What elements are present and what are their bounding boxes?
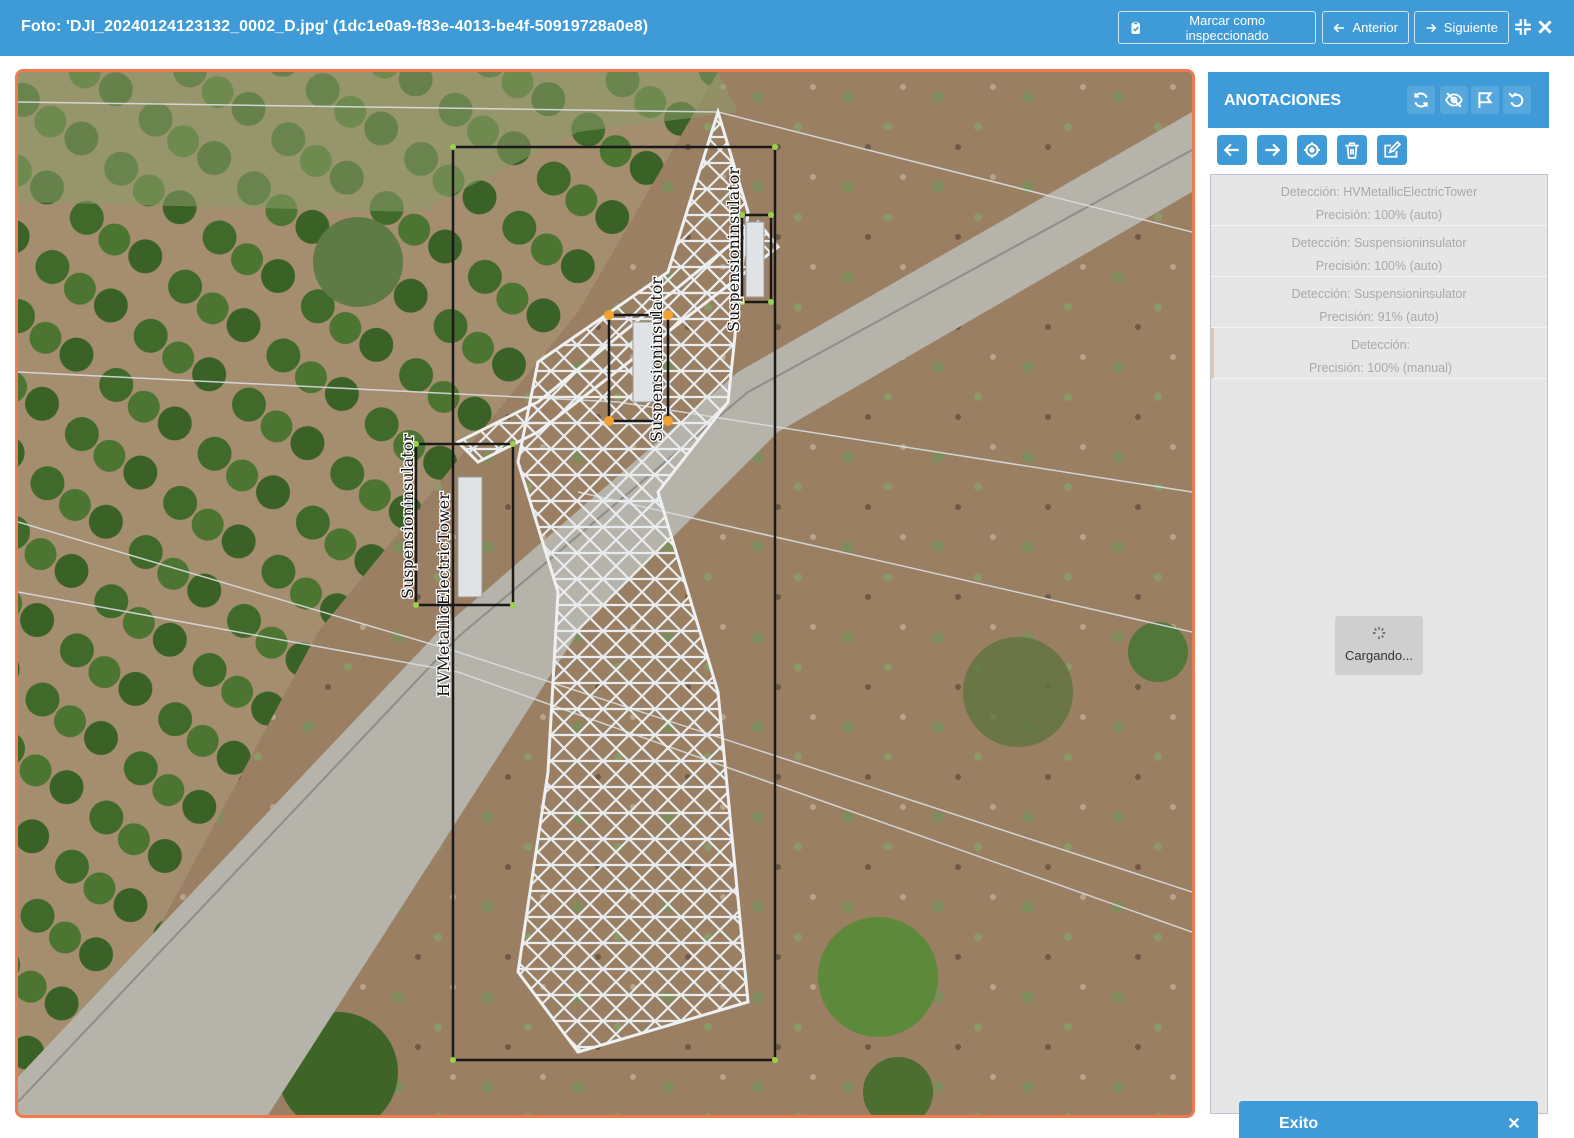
refresh-icon bbox=[1414, 92, 1428, 108]
detection-type: Detección: Suspensioninsulator bbox=[1291, 236, 1467, 250]
previous-button[interactable]: Anterior bbox=[1322, 11, 1409, 44]
arrow-right-icon bbox=[1426, 23, 1437, 32]
annotation-toolbar bbox=[1208, 128, 1549, 174]
bbox-label-insulator-right: Suspensioninsulator bbox=[724, 167, 743, 332]
next-annotation-button[interactable] bbox=[1257, 135, 1287, 165]
previous-label: Anterior bbox=[1352, 20, 1398, 35]
detection-precision: Precisión: 91% (auto) bbox=[1319, 310, 1439, 324]
eye-slash-icon bbox=[1445, 92, 1463, 108]
detection-precision: Precisión: 100% (manual) bbox=[1308, 361, 1453, 375]
undo-icon bbox=[1508, 92, 1524, 107]
image-viewer[interactable]: HVMetallicElectricTower Suspensioninsula… bbox=[15, 69, 1195, 1118]
detection-type: Detección: Suspensioninsulator bbox=[1291, 287, 1467, 301]
next-button[interactable]: Siguiente bbox=[1414, 11, 1509, 44]
bbox-label-insulator-left: Suspensioninsulator bbox=[398, 434, 417, 599]
aerial-photo[interactable]: HVMetallicElectricTower Suspensioninsula… bbox=[18, 72, 1192, 1115]
spinner-icon bbox=[1372, 626, 1386, 640]
detection-precision: Precisión: 100% (auto) bbox=[1315, 259, 1443, 273]
compress-icon[interactable] bbox=[1514, 18, 1532, 36]
detections-list: Detección: HVMetallicElectricTower Preci… bbox=[1210, 174, 1548, 1114]
refresh-button[interactable] bbox=[1407, 86, 1435, 114]
toast-message: Exito bbox=[1279, 1115, 1319, 1132]
clipboard-check-icon bbox=[1131, 21, 1140, 34]
photo-title: Foto: 'DJI_20240124123132_0002_D.jpg' (1… bbox=[21, 18, 649, 35]
flag-button[interactable] bbox=[1471, 86, 1499, 114]
detection-type: Detección: HVMetallicElectricTower bbox=[1280, 185, 1478, 199]
detection-item[interactable]: Detección: HVMetallicElectricTower Preci… bbox=[1211, 175, 1547, 226]
detection-type: Detección: bbox=[1350, 338, 1411, 352]
arrow-left-icon bbox=[1223, 143, 1239, 157]
bbox-label-insulator-center: Suspensioninsulator bbox=[647, 277, 666, 442]
detection-item[interactable]: Detección: Precisión: 100% (manual) bbox=[1211, 328, 1547, 379]
trash-icon bbox=[1345, 142, 1359, 159]
delete-annotation-button[interactable] bbox=[1337, 135, 1367, 165]
success-toast: Exito bbox=[1239, 1101, 1538, 1138]
undo-button[interactable] bbox=[1503, 86, 1531, 114]
hide-annotations-button[interactable] bbox=[1440, 86, 1468, 114]
bbox-label-tower: HVMetallicElectricTower bbox=[434, 492, 453, 697]
mark-inspected-label: Marcar como inspeccionado bbox=[1185, 12, 1269, 43]
close-icon[interactable] bbox=[1536, 18, 1554, 36]
locate-annotation-button[interactable] bbox=[1297, 135, 1327, 165]
close-icon[interactable] bbox=[1507, 1116, 1521, 1130]
annotations-panel: ANOTACIONES Detección: HVMetallicElectri… bbox=[1208, 72, 1549, 1116]
loading-indicator: Cargando... bbox=[1335, 616, 1423, 675]
arrow-right-icon bbox=[1265, 143, 1281, 157]
detection-precision: Precisión: 100% (auto) bbox=[1315, 208, 1443, 222]
edit-annotation-button[interactable] bbox=[1377, 135, 1407, 165]
annotations-header: ANOTACIONES bbox=[1208, 72, 1549, 128]
crosshair-icon bbox=[1304, 142, 1320, 158]
edit-icon bbox=[1384, 141, 1401, 158]
mark-inspected-button[interactable]: Marcar como inspeccionado bbox=[1118, 11, 1316, 44]
previous-annotation-button[interactable] bbox=[1217, 135, 1247, 165]
next-label: Siguiente bbox=[1443, 20, 1498, 35]
loading-text: Cargando... bbox=[1345, 648, 1413, 663]
annotations-title: ANOTACIONES bbox=[1224, 92, 1342, 109]
arrow-left-icon bbox=[1333, 23, 1344, 32]
detection-item[interactable]: Detección: Suspensioninsulator Precisión… bbox=[1211, 277, 1547, 328]
detection-item[interactable]: Detección: Suspensioninsulator Precisión… bbox=[1211, 226, 1547, 277]
top-bar: Foto: 'DJI_20240124123132_0002_D.jpg' (1… bbox=[0, 0, 1574, 56]
flag-icon bbox=[1478, 92, 1493, 108]
